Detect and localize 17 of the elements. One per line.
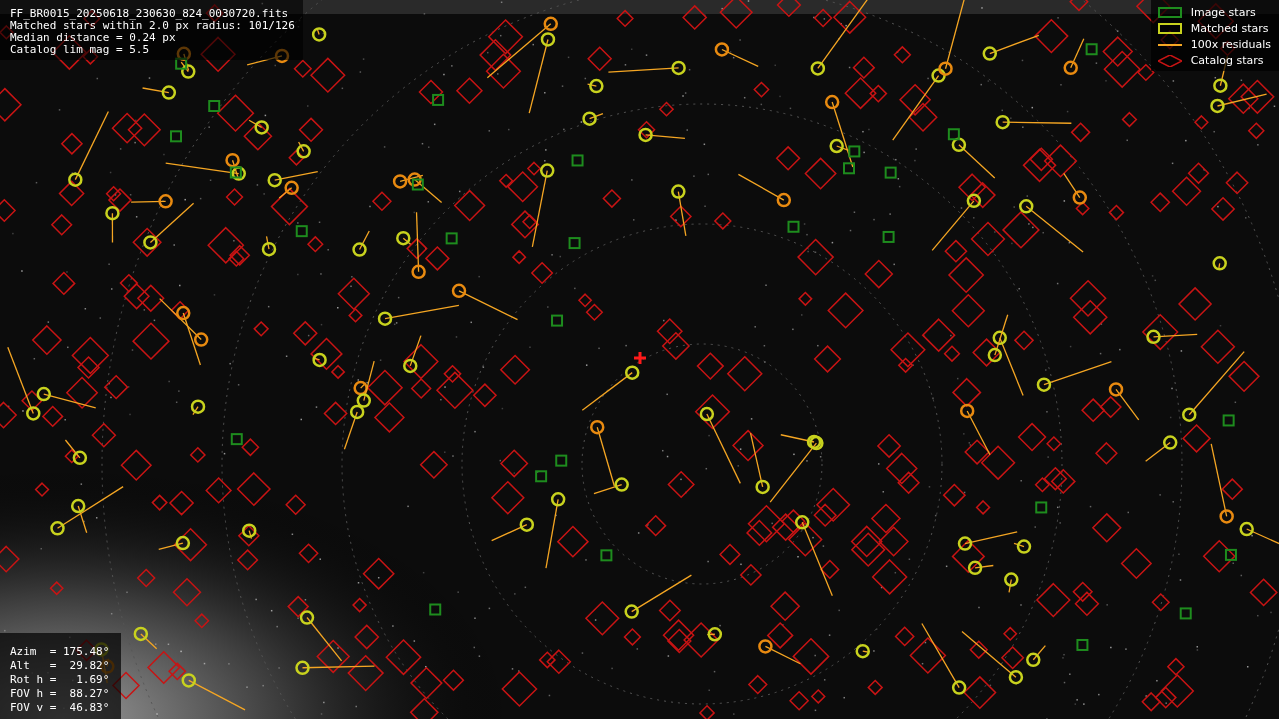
diamond-icon: [1157, 54, 1182, 67]
info-text: Matched stars within 2.0 px radius: 101/126: [10, 20, 295, 32]
pointing-text: Rot h = 1.69°: [10, 673, 110, 687]
line-icon: [1157, 43, 1182, 46]
legend-label: 100x residuals: [1190, 38, 1271, 51]
square-outline-icon: [1157, 7, 1182, 18]
legend-label: Image stars: [1190, 6, 1256, 19]
legend-label: Matched stars: [1190, 22, 1269, 35]
info-text: FF_BR0015_20250618_230630_824_0030720.fits: [10, 8, 290, 20]
pointing-text: FOV h = 88.27°: [10, 687, 110, 701]
info-text: Median distance = 0.24 px: [10, 32, 177, 44]
rectangle-outline-icon: [1157, 23, 1182, 34]
pointing-text: FOV v = 46.83°: [10, 701, 110, 715]
legend-label: Catalog stars: [1190, 54, 1264, 67]
pointing-text: Azim = 175.48°: [10, 645, 110, 659]
pointing-text: Alt = 29.82°: [10, 659, 110, 673]
info-text: Catalog lim mag = 5.5: [10, 44, 151, 56]
